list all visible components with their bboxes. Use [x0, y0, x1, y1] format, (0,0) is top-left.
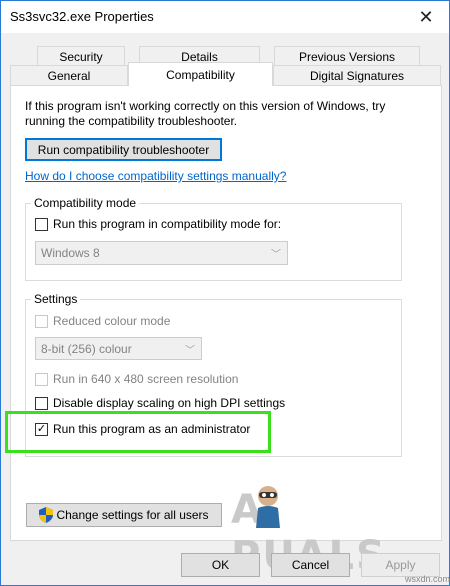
- chevron-down-icon: ﹀: [271, 249, 281, 261]
- close-icon: ✕: [418, 6, 434, 27]
- intro-text: If this program isn't working correctly …: [25, 99, 386, 128]
- compatibility-mode-label: Compatibility mode: [31, 196, 140, 210]
- settings-label: Settings: [31, 292, 81, 306]
- run-640-checkbox[interactable]: [35, 372, 48, 386]
- close-button[interactable]: ✕: [403, 1, 449, 33]
- change-settings-all-users-button[interactable]: Change settings for all users: [26, 503, 222, 527]
- tab-security[interactable]: Security: [37, 46, 125, 67]
- run-as-admin-row[interactable]: ✓ Run this program as an administrator: [35, 422, 250, 436]
- chevron-down-icon: ﹀: [185, 345, 195, 356]
- disable-scaling-row[interactable]: Disable display scaling on high DPI sett…: [35, 396, 285, 410]
- reduced-colour-checkbox[interactable]: [35, 314, 48, 328]
- window-title: Ss3svc32.exe Properties: [10, 9, 154, 24]
- compatibility-mode-row[interactable]: Run this program in compatibility mode f…: [35, 217, 281, 231]
- mascot-icon: [256, 486, 280, 528]
- tab-compatibility[interactable]: Compatibility: [128, 62, 273, 86]
- title-bar: Ss3svc32.exe Properties ✕: [1, 1, 449, 33]
- tab-general[interactable]: General: [10, 65, 128, 86]
- run-as-admin-checkbox[interactable]: ✓: [35, 422, 48, 436]
- properties-window: Ss3svc32.exe Properties ✕ Security Detai…: [0, 0, 450, 586]
- uac-shield-icon: [39, 507, 54, 523]
- disable-scaling-checkbox[interactable]: [35, 396, 48, 410]
- reduced-colour-row[interactable]: Reduced colour mode: [35, 314, 170, 328]
- tab-previous-versions[interactable]: Previous Versions: [274, 46, 420, 67]
- cancel-button[interactable]: Cancel: [271, 553, 350, 577]
- ok-button[interactable]: OK: [181, 553, 260, 577]
- run-640-row[interactable]: Run in 640 x 480 screen resolution: [35, 372, 238, 386]
- compatibility-mode-checkbox[interactable]: [35, 217, 48, 231]
- run-troubleshooter-button[interactable]: Run compatibility troubleshooter: [25, 138, 222, 161]
- credit-text: wsxdn.com: [405, 574, 450, 584]
- tab-digital-signatures[interactable]: Digital Signatures: [273, 65, 441, 86]
- colour-depth-select[interactable]: 8-bit (256) colour ﹀: [35, 337, 202, 360]
- checkmark-icon: ✓: [36, 422, 47, 435]
- compatibility-os-select[interactable]: Windows 8 ﹀: [35, 241, 288, 265]
- help-link[interactable]: How do I choose compatibility settings m…: [25, 169, 286, 183]
